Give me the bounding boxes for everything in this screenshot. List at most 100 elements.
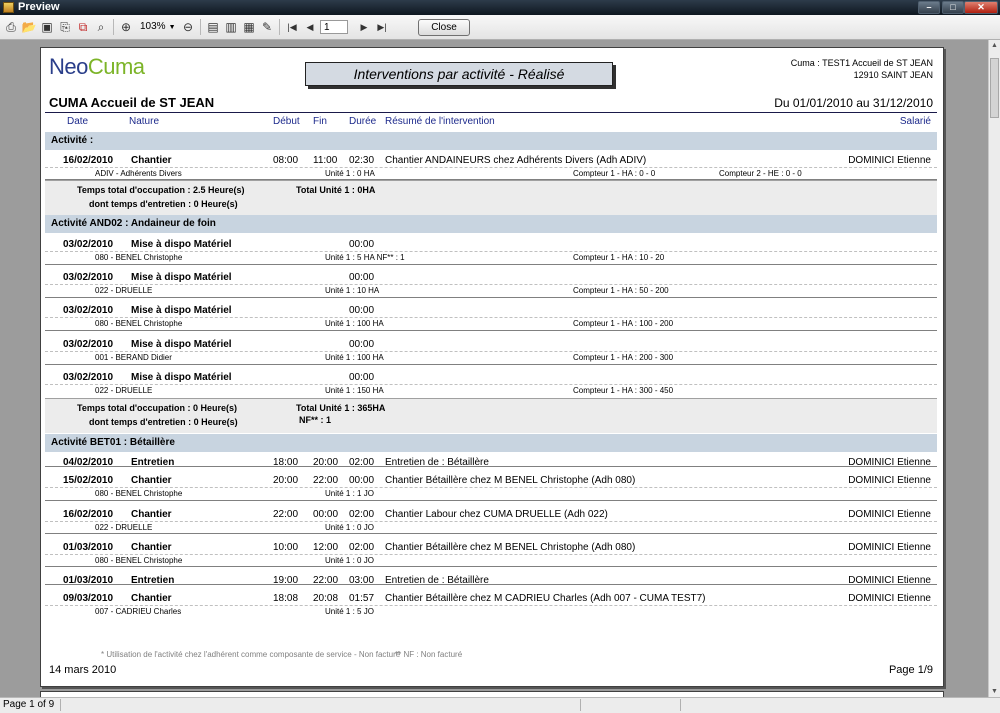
first-page-icon[interactable]: |◀ (284, 19, 300, 35)
scrollbar-thumb[interactable] (990, 58, 999, 118)
row-separator (45, 566, 937, 567)
row-adherent: 007 - CADRIEU Charles (95, 607, 182, 616)
row-duree: 00:00 (349, 475, 375, 486)
row-date: 01/03/2010 (63, 542, 114, 553)
row-duree: 00:00 (349, 239, 375, 250)
row-debut: 18:08 (273, 593, 299, 604)
maximize-button[interactable]: □ (942, 1, 964, 14)
row-salarie: DOMINICI Etienne (848, 593, 931, 604)
row-divider (45, 251, 937, 252)
pdf-icon[interactable]: ⧉ (75, 19, 91, 35)
print-icon[interactable]: ⎙ (3, 19, 19, 35)
row-resume: Chantier Bétaillère chez M BENEL Christo… (385, 542, 636, 553)
row-date: 03/02/2010 (63, 272, 114, 283)
header-rule (45, 112, 937, 113)
row-nature: Chantier (131, 593, 172, 604)
row-debut: 08:00 (273, 155, 299, 166)
row-divider (45, 351, 937, 352)
row-date: 16/02/2010 (63, 509, 114, 520)
column-header-debut: Début (273, 116, 300, 127)
last-page-icon[interactable]: ▶| (374, 19, 390, 35)
row-nature: Chantier (131, 542, 172, 553)
scroll-down-icon[interactable]: ▼ (991, 688, 998, 695)
vertical-scrollbar[interactable]: ▲ ▼ (988, 40, 1000, 697)
row-adherent: 022 - DRUELLE (95, 286, 153, 295)
column-header-nature: Nature (129, 116, 160, 127)
page-number-input[interactable]: 1 (320, 20, 348, 34)
row-nature: Chantier (131, 475, 172, 486)
row-compteur1: Compteur 1 - HA : 0 - 0 (573, 169, 656, 178)
multi-page-icon[interactable]: ▦ (241, 19, 257, 35)
organisation-name: CUMA Accueil de ST JEAN (49, 95, 215, 110)
activity-header-label: Activité AND02 : Andaineur de foin (51, 218, 216, 229)
save-icon[interactable]: ▣ (39, 19, 55, 35)
edit-icon[interactable]: ✎ (259, 19, 275, 35)
scroll-up-icon[interactable]: ▲ (991, 42, 998, 49)
row-divider (45, 521, 937, 522)
row-duree: 00:00 (349, 372, 375, 383)
find-icon[interactable]: ⌕ (93, 19, 109, 35)
toolbar-separator (113, 19, 114, 35)
row-divider (45, 487, 937, 488)
row-separator (45, 330, 937, 331)
row-nature: Mise à dispo Matériel (131, 339, 232, 350)
row-nature: Chantier (131, 509, 172, 520)
chevron-down-icon: ▼ (168, 24, 176, 31)
row-separator (45, 297, 937, 298)
row-salarie: DOMINICI Etienne (848, 155, 931, 166)
row-debut: 10:00 (273, 542, 299, 553)
one-page-icon[interactable]: ▤ (205, 19, 221, 35)
row-resume: Chantier Bétaillère chez M BENEL Christo… (385, 475, 636, 486)
cuma-info-line2: 12910 SAINT JEAN (853, 70, 933, 80)
window-close-button[interactable]: ✕ (964, 1, 998, 14)
row-adherent: 080 - BENEL Christophe (95, 319, 183, 328)
row-unite: Unité 1 : 1 JO (325, 489, 374, 498)
row-duree: 00:00 (349, 339, 375, 350)
row-separator (45, 466, 937, 467)
row-debut: 22:00 (273, 509, 299, 520)
column-header-duree: Durée (349, 116, 377, 127)
export-icon[interactable]: ⎘ (57, 19, 73, 35)
row-unite: Unité 1 : 150 HA (325, 386, 384, 395)
row-date: 15/02/2010 (63, 475, 114, 486)
row-compteur1: Compteur 1 - HA : 100 - 200 (573, 319, 674, 328)
toolbar-separator (200, 19, 201, 35)
close-button[interactable]: Close (418, 19, 470, 36)
row-unite: Unité 1 : 100 HA (325, 353, 384, 362)
footnote-service: * Utilisation de l'activité chez l'adhér… (101, 650, 401, 659)
row-fin: 22:00 (313, 475, 339, 486)
row-adherent: 022 - DRUELLE (95, 386, 153, 395)
row-divider (45, 317, 937, 318)
next-page-icon[interactable]: ▶ (356, 19, 372, 35)
row-fin: 00:00 (313, 509, 339, 520)
row-unite: Unité 1 : 5 JO (325, 607, 374, 616)
two-pages-icon[interactable]: ▥ (223, 19, 239, 35)
row-duree: 00:00 (349, 272, 375, 283)
report-page: NeoCuma Interventions par activité - Réa… (40, 47, 944, 687)
print-date: 14 mars 2010 (49, 664, 117, 676)
open-icon[interactable]: 📂 (21, 19, 37, 35)
row-unite: Unité 1 : 5 HA NF** : 1 (325, 253, 405, 262)
column-header-salarie: Salarié (899, 116, 931, 127)
minimize-button[interactable]: – (918, 1, 940, 14)
row-divider (45, 605, 937, 606)
row-date: 03/02/2010 (63, 339, 114, 350)
row-divider (45, 167, 937, 168)
row-date: 03/02/2010 (63, 239, 114, 250)
status-divider (680, 699, 681, 711)
row-divider (45, 384, 937, 385)
row-adherent: ADIV - Adhérents Divers (95, 169, 182, 178)
row-nature: Mise à dispo Matériel (131, 305, 232, 316)
row-date: 03/02/2010 (63, 372, 114, 383)
row-duree: 02:30 (349, 155, 375, 166)
activity-header: Activité AND02 : Andaineur de foin (45, 215, 937, 233)
row-duree: 01:57 (349, 593, 375, 604)
status-divider (580, 699, 581, 711)
previous-page-icon[interactable]: ◀ (302, 19, 318, 35)
row-duree: 02:00 (349, 542, 375, 553)
zoom-select[interactable]: 103% ▼ (140, 20, 176, 35)
row-compteur1: Compteur 1 - HA : 50 - 200 (573, 286, 669, 295)
zoom-out-icon[interactable]: ⊖ (180, 19, 196, 35)
zoom-in-icon[interactable]: ⊕ (118, 19, 134, 35)
row-duree: 02:00 (349, 509, 375, 520)
